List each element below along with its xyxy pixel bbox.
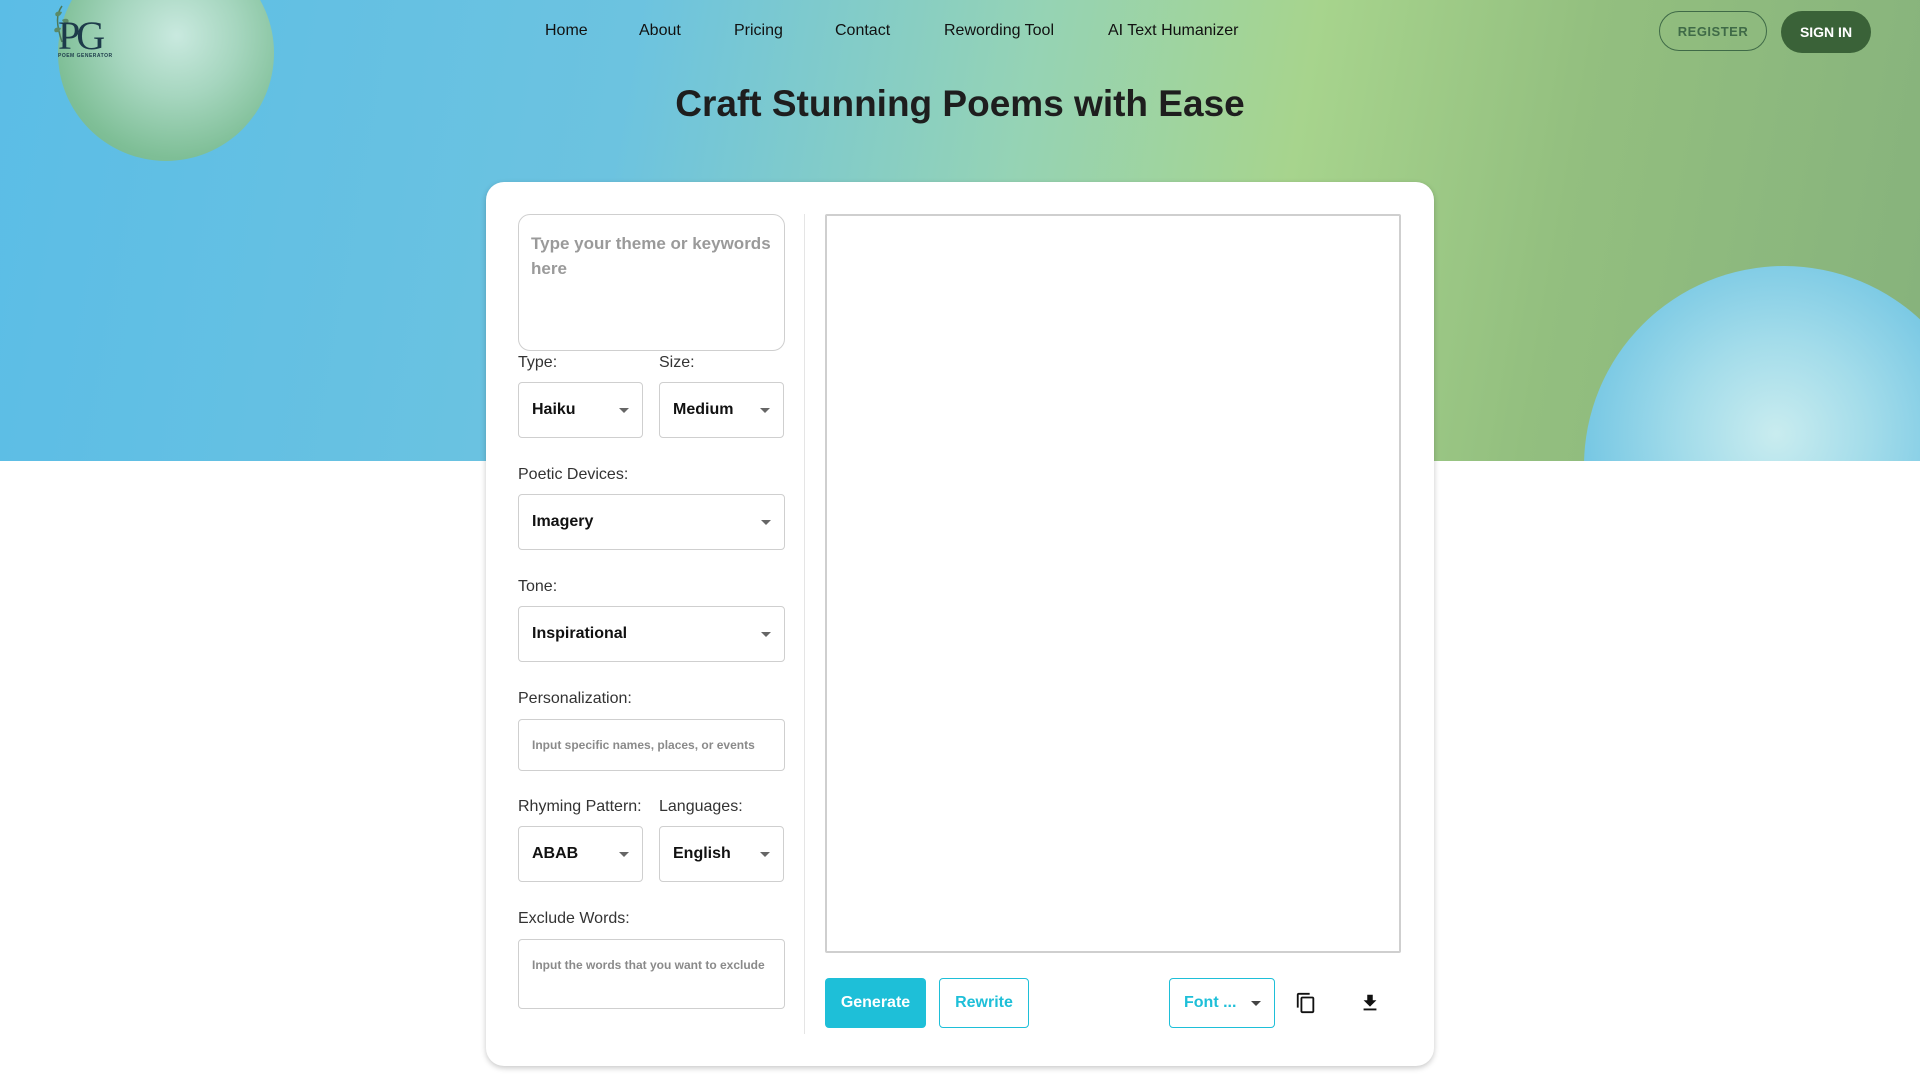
caret-down-icon: [761, 632, 771, 637]
caret-down-icon: [761, 520, 771, 525]
tone-select[interactable]: Inspirational: [518, 606, 785, 662]
type-value: Haiku: [532, 401, 576, 418]
rewrite-button[interactable]: Rewrite: [939, 978, 1029, 1028]
register-button[interactable]: REGISTER: [1659, 11, 1767, 51]
caret-down-icon: [619, 408, 629, 413]
nav-contact[interactable]: Contact: [835, 22, 890, 40]
nav-about[interactable]: About: [639, 22, 681, 40]
theme-placeholder: Type your theme or keywords here: [531, 234, 771, 278]
caret-down-icon: [1251, 1001, 1261, 1006]
personalization-label: Personalization:: [518, 690, 632, 707]
download-icon[interactable]: [1354, 987, 1386, 1019]
font-select[interactable]: Font ...: [1169, 978, 1275, 1028]
exclude-words-label: Exclude Words:: [518, 910, 630, 927]
languages-value: English: [673, 845, 731, 862]
generate-button[interactable]: Generate: [825, 978, 926, 1028]
decorative-bubble-right: [1584, 266, 1920, 461]
poetic-devices-value: Imagery: [532, 513, 594, 530]
caret-down-icon: [760, 408, 770, 413]
type-label: Type:: [518, 354, 558, 371]
caret-down-icon: [619, 852, 629, 857]
main-nav: Home About Pricing Contact Rewording Too…: [0, 20, 1920, 44]
personalization-placeholder: Input specific names, places, or events: [532, 738, 755, 752]
size-select[interactable]: Medium: [659, 382, 784, 438]
exclude-words-placeholder: Input the words that you want to exclude: [532, 958, 765, 972]
rhyming-pattern-value: ABAB: [532, 845, 579, 862]
languages-label: Languages:: [659, 798, 743, 815]
poetic-devices-label: Poetic Devices:: [518, 466, 629, 483]
nav-pricing[interactable]: Pricing: [734, 22, 783, 40]
nav-rewording-tool[interactable]: Rewording Tool: [944, 22, 1054, 40]
logo-subtitle: POEM GENERATOR: [58, 53, 113, 59]
exclude-words-input[interactable]: Input the words that you want to exclude: [518, 939, 785, 1009]
tone-label: Tone:: [518, 578, 558, 595]
rhyming-pattern-select[interactable]: ABAB: [518, 826, 643, 882]
tone-value: Inspirational: [532, 625, 628, 642]
size-value: Medium: [673, 401, 734, 418]
sign-in-button[interactable]: SIGN IN: [1781, 11, 1871, 53]
type-select[interactable]: Haiku: [518, 382, 643, 438]
nav-home[interactable]: Home: [545, 22, 588, 40]
rhyming-pattern-label: Rhyming Pattern:: [518, 798, 642, 815]
copy-icon[interactable]: [1290, 987, 1322, 1019]
poetic-devices-select[interactable]: Imagery: [518, 494, 785, 550]
panel-divider: [804, 214, 805, 1034]
poem-output-area[interactable]: [825, 214, 1401, 953]
theme-keywords-textarea[interactable]: Type your theme or keywords here: [518, 214, 785, 351]
nav-ai-text-humanizer[interactable]: AI Text Humanizer: [1108, 22, 1238, 40]
personalization-input[interactable]: Input specific names, places, or events: [518, 719, 785, 771]
languages-select[interactable]: English: [659, 826, 784, 882]
caret-down-icon: [760, 852, 770, 857]
poem-generator-card: Type your theme or keywords here Type: S…: [486, 182, 1434, 1066]
font-select-value: Font ...: [1184, 994, 1237, 1011]
page-title: Craft Stunning Poems with Ease: [675, 83, 1245, 124]
size-label: Size:: [659, 354, 695, 371]
